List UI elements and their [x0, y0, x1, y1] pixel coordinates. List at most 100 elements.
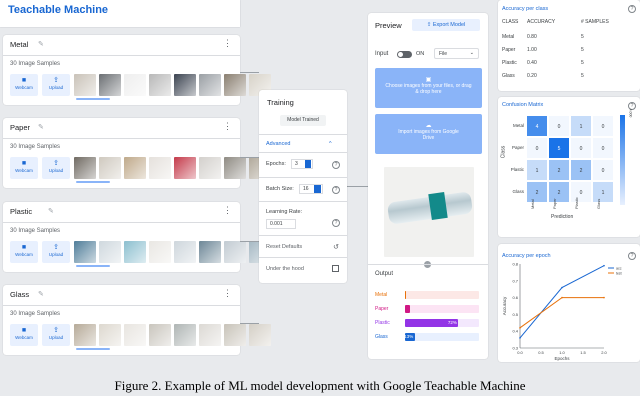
upload-icon: ⇪	[53, 160, 59, 167]
input-toggle[interactable]	[397, 51, 412, 58]
sample-thumbnail[interactable]	[124, 324, 146, 346]
sample-thumbnail[interactable]	[124, 74, 146, 96]
sample-thumbnail[interactable]	[199, 157, 221, 179]
upload-button[interactable]: ⇪ Upload	[42, 241, 70, 263]
train-model-button[interactable]: Model Trained	[280, 115, 326, 126]
thumbnail-scrollbar[interactable]	[76, 181, 110, 183]
accuracy-cell: 5	[581, 47, 584, 53]
output-label: Glass	[375, 334, 388, 340]
sample-thumbnail[interactable]	[224, 324, 246, 346]
more-options-icon[interactable]: ⋮	[223, 288, 232, 299]
sample-thumbnail[interactable]	[74, 74, 96, 96]
sample-thumbnail[interactable]	[124, 157, 146, 179]
sample-thumbnail[interactable]	[199, 241, 221, 263]
sample-thumbnail[interactable]	[174, 157, 196, 179]
sample-thumbnail[interactable]	[224, 157, 246, 179]
sample-thumbnail[interactable]	[224, 241, 246, 263]
under-the-hood-button[interactable]: Under the hood	[266, 266, 304, 272]
class-card-plastic: Plastic ✎ ⋮ 30 Image Samples ■ Webcam ⇪ Up…	[3, 202, 271, 272]
webcam-button[interactable]: ■ Webcam	[10, 74, 38, 96]
figure-caption: Figure 2. Example of ML model developmen…	[114, 378, 526, 393]
input-source-select[interactable]: File ⌄	[434, 48, 479, 59]
pencil-icon[interactable]: ✎	[38, 123, 44, 131]
more-options-icon[interactable]: ⋮	[223, 121, 232, 132]
sample-thumbnail[interactable]	[249, 324, 271, 346]
color-scale	[620, 115, 625, 205]
confusion-xlabel: Prediction	[551, 214, 574, 220]
file-drop-zone[interactable]: ▣ Choose images from your files, or drag…	[375, 68, 482, 108]
batch-size-select[interactable]: 16	[299, 184, 323, 194]
data-point-acc	[561, 286, 563, 289]
sample-thumbnail[interactable]	[74, 157, 96, 179]
legend-label-test: test	[616, 272, 622, 276]
cm-cell: 0	[570, 137, 592, 159]
webcam-button[interactable]: ■ Webcam	[10, 157, 38, 179]
class-name[interactable]: Glass	[10, 290, 29, 299]
output-label: Plastic	[375, 320, 390, 326]
more-options-icon[interactable]: ⋮	[223, 205, 232, 216]
sample-thumbnail[interactable]	[149, 324, 171, 346]
sample-thumbnail[interactable]	[174, 324, 196, 346]
epochs-label: Epochs:	[266, 161, 286, 167]
reset-defaults-button[interactable]: Reset Defaults	[266, 244, 302, 250]
sample-thumbnail[interactable]	[199, 74, 221, 96]
export-model-button[interactable]: ⇪ Export Model	[412, 19, 480, 31]
more-options-icon[interactable]: ⋮	[223, 38, 232, 49]
thumbnail-scrollbar[interactable]	[76, 265, 110, 267]
webcam-button[interactable]: ■ Webcam	[10, 324, 38, 346]
help-icon[interactable]: ?	[628, 5, 636, 13]
class-name[interactable]: Paper	[10, 123, 30, 132]
sample-thumbnail[interactable]	[149, 157, 171, 179]
sample-thumbnail[interactable]	[199, 324, 221, 346]
sample-thumbnail[interactable]	[99, 241, 121, 263]
upload-button[interactable]: ⇪ Upload	[42, 324, 70, 346]
pencil-icon[interactable]: ✎	[48, 207, 54, 215]
chart-icon[interactable]	[332, 265, 339, 272]
app-logo[interactable]: Teachable Machine	[8, 4, 108, 16]
reset-icon[interactable]: ↺	[333, 243, 339, 251]
sample-thumbnail[interactable]	[74, 241, 96, 263]
sample-thumbnail[interactable]	[174, 74, 196, 96]
output-bar: 72%	[405, 319, 479, 327]
epochs-input[interactable]: 3	[291, 159, 313, 169]
webcam-button[interactable]: ■ Webcam	[10, 241, 38, 263]
help-icon[interactable]: ?	[332, 186, 340, 194]
help-icon[interactable]: ?	[332, 219, 340, 227]
sample-thumbnail[interactable]	[99, 324, 121, 346]
output-title: Output	[375, 271, 394, 277]
sample-thumbnail[interactable]	[224, 74, 246, 96]
class-card-glass: Glass ✎ ⋮ 30 Image Samples ■ Webcam ⇪ Uplo…	[3, 285, 271, 355]
class-card-metal: Metal ✎ ⋮ 30 Image Samples ■ Webcam ⇪ Uplo…	[3, 35, 271, 105]
drive-import-button[interactable]: ☁ Import images from Google Drive	[375, 114, 482, 154]
upload-icon: ⇪	[53, 244, 59, 251]
connector-line	[347, 186, 368, 187]
help-icon[interactable]: ?	[332, 161, 340, 169]
thumbnail-scrollbar[interactable]	[76, 98, 110, 100]
sample-thumbnail[interactable]	[99, 157, 121, 179]
sample-thumbnail[interactable]	[99, 74, 121, 96]
cm-cell: 0	[548, 115, 570, 137]
learning-rate-input[interactable]: 0.001	[266, 219, 296, 229]
training-panel: Training Model Trained Advanced ^ Epochs:…	[259, 90, 347, 283]
sample-thumbnail[interactable]	[124, 241, 146, 263]
pencil-icon[interactable]: ✎	[38, 290, 44, 298]
data-point-test	[603, 296, 605, 299]
sample-thumbnail[interactable]	[149, 241, 171, 263]
thumbnail-scrollbar[interactable]	[76, 348, 110, 350]
sample-thumbnail[interactable]	[174, 241, 196, 263]
confusion-title: Confusion Matrix	[502, 102, 544, 108]
pencil-icon[interactable]: ✎	[38, 40, 44, 48]
upload-icon: ⇪	[53, 77, 59, 84]
class-name[interactable]: Plastic	[10, 207, 32, 216]
class-name[interactable]: Metal	[10, 40, 28, 49]
y-tick-label: 0.8	[512, 262, 518, 267]
sample-thumbnail[interactable]	[149, 74, 171, 96]
class-card-paper: Paper ✎ ⋮ 30 Image Samples ■ Webcam ⇪ Uplo…	[3, 118, 271, 188]
upload-button[interactable]: ⇪ Upload	[42, 157, 70, 179]
advanced-toggle[interactable]: Advanced ^	[266, 141, 332, 147]
sample-thumbnail[interactable]	[74, 324, 96, 346]
dropdown-icon	[314, 185, 321, 193]
upload-button[interactable]: ⇪ Upload	[42, 74, 70, 96]
cm-cell: 1	[526, 159, 548, 181]
legend-label-acc: acc	[616, 267, 622, 271]
